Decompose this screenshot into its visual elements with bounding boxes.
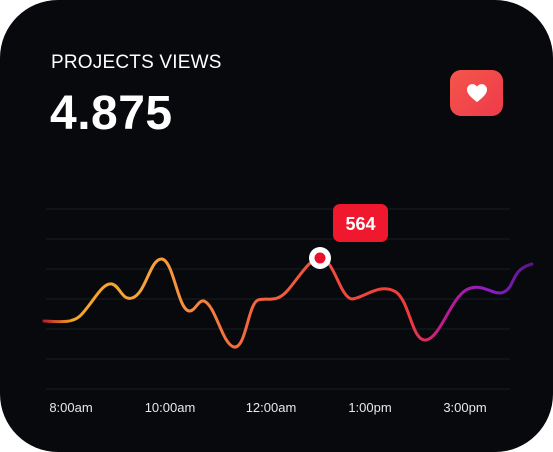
x-tick-label: 12:00am [246, 400, 297, 415]
x-tick-label: 3:00pm [443, 400, 486, 415]
views-line-chart: 564 8:00am 10:00am 12:00am 1:00pm 3:00pm [42, 204, 534, 415]
highlighted-point[interactable] [309, 247, 331, 269]
views-series-line [42, 256, 534, 349]
x-tick-label: 1:00pm [348, 400, 391, 415]
value-tooltip: 564 [333, 204, 388, 242]
tooltip-value: 564 [345, 214, 375, 234]
x-axis-labels: 8:00am 10:00am 12:00am 1:00pm 3:00pm [49, 400, 486, 415]
x-tick-label: 10:00am [145, 400, 196, 415]
x-tick-label: 8:00am [49, 400, 92, 415]
views-card: PROJECTS VIEWS 4.875 564 8:00am 10:00am … [0, 0, 553, 452]
